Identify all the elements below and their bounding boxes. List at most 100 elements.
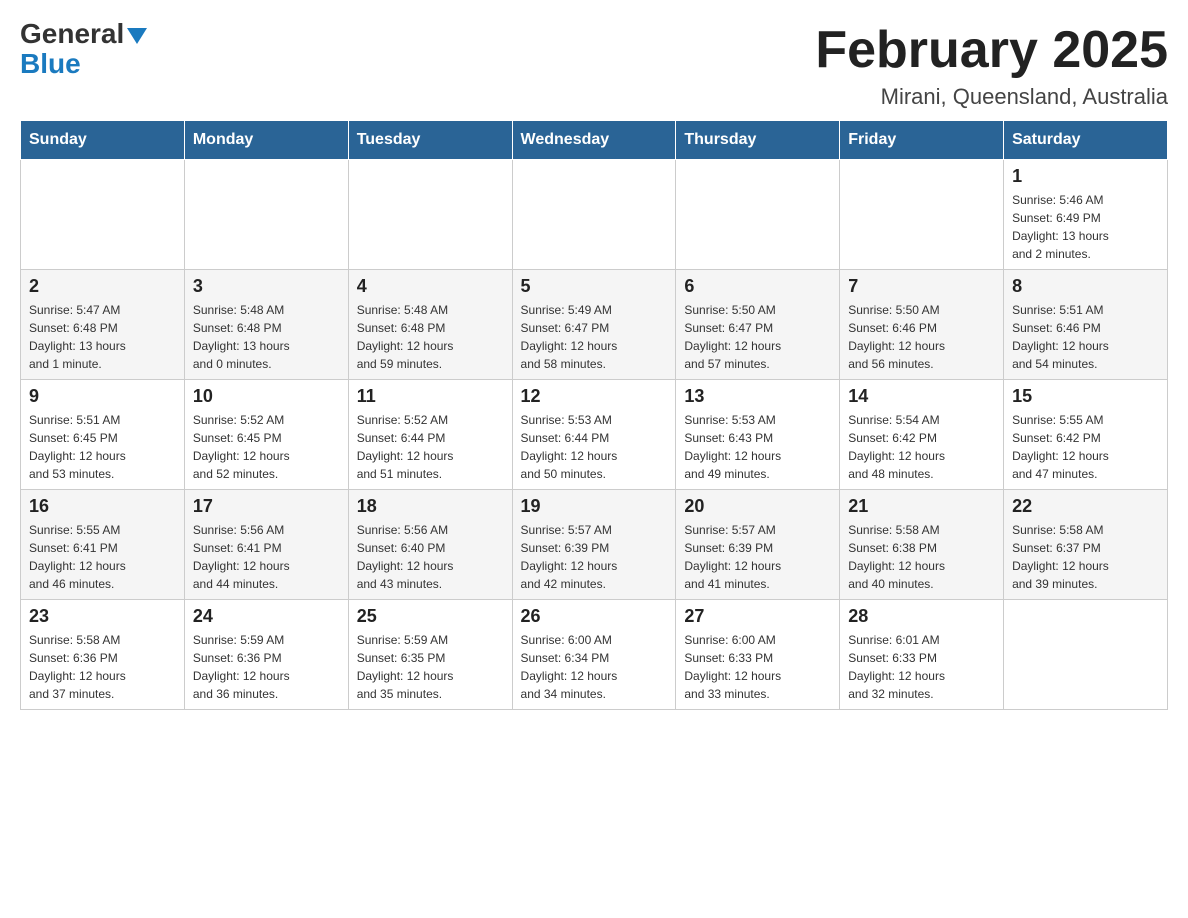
logo-general: General [20,20,124,48]
table-row: 8 Sunrise: 5:51 AM Sunset: 6:46 PM Daylig… [1004,270,1168,380]
day-number: 28 [848,606,995,627]
logo: General Blue [20,20,147,78]
calendar-subtitle: Mirani, Queensland, Australia [815,84,1168,110]
day-number: 4 [357,276,504,297]
day-info: Sunrise: 5:51 AM Sunset: 6:45 PM Dayligh… [29,411,176,483]
table-row: 17Sunrise: 5:56 AM Sunset: 6:41 PM Dayli… [184,490,348,600]
day-number: 13 [684,386,831,407]
calendar-table: Sunday Monday Tuesday Wednesday Thursday… [20,120,1168,710]
table-row: 1 Sunrise: 5:46 AM Sunset: 6:49 PM Daylig… [1004,160,1168,270]
table-row: 6 Sunrise: 5:50 AM Sunset: 6:47 PM Daylig… [676,270,840,380]
col-saturday: Saturday [1004,121,1168,160]
table-row: 27Sunrise: 6:00 AM Sunset: 6:33 PM Dayli… [676,600,840,710]
col-wednesday: Wednesday [512,121,676,160]
table-row: 4Sunrise: 5:48 AM Sunset: 6:48 PM Daylig… [348,270,512,380]
page-header: General Blue February 2025 Mirani, Queen… [20,20,1168,110]
day-info: Sunrise: 5:53 AM Sunset: 6:43 PM Dayligh… [684,411,831,483]
table-row: 10Sunrise: 5:52 AM Sunset: 6:45 PM Dayli… [184,380,348,490]
table-row: 2Sunrise: 5:47 AM Sunset: 6:48 PM Daylig… [21,270,185,380]
table-row: 18Sunrise: 5:56 AM Sunset: 6:40 PM Dayli… [348,490,512,600]
logo-blue: Blue [20,50,81,78]
day-info: Sunrise: 5:47 AM Sunset: 6:48 PM Dayligh… [29,301,176,373]
table-row: 21 Sunrise: 5:58 AM Sunset: 6:38 PM Dayli… [840,490,1004,600]
col-friday: Friday [840,121,1004,160]
table-row: 20 Sunrise: 5:57 AM Sunset: 6:39 PM Dayli… [676,490,840,600]
table-row: 14 Sunrise: 5:54 AM Sunset: 6:42 PM Dayli… [840,380,1004,490]
calendar-week-row: 1 Sunrise: 5:46 AM Sunset: 6:49 PM Daylig… [21,160,1168,270]
day-number: 21 [848,496,995,517]
day-info: Sunrise: 5:53 AM Sunset: 6:44 PM Dayligh… [521,411,668,483]
day-info: Sunrise: 5:52 AM Sunset: 6:44 PM Dayligh… [357,411,504,483]
day-info: Sunrise: 5:55 AM Sunset: 6:41 PM Dayligh… [29,521,176,593]
col-sunday: Sunday [21,121,185,160]
day-info: Sunrise: 5:54 AM Sunset: 6:42 PM Dayligh… [848,411,995,483]
day-number: 9 [29,386,176,407]
col-thursday: Thursday [676,121,840,160]
day-info: Sunrise: 5:58 AM Sunset: 6:36 PM Dayligh… [29,631,176,703]
table-row: 24 Sunrise: 5:59 AM Sunset: 6:36 PM Dayli… [184,600,348,710]
day-info: Sunrise: 5:51 AM Sunset: 6:46 PM Dayligh… [1012,301,1159,373]
day-number: 6 [684,276,831,297]
day-number: 3 [193,276,340,297]
day-number: 5 [521,276,668,297]
day-number: 14 [848,386,995,407]
table-row [21,160,185,270]
calendar-title: February 2025 [815,20,1168,80]
calendar-week-row: 2Sunrise: 5:47 AM Sunset: 6:48 PM Daylig… [21,270,1168,380]
table-row: 16 Sunrise: 5:55 AM Sunset: 6:41 PM Dayli… [21,490,185,600]
day-info: Sunrise: 5:46 AM Sunset: 6:49 PM Dayligh… [1012,191,1159,263]
day-info: Sunrise: 6:00 AM Sunset: 6:33 PM Dayligh… [684,631,831,703]
table-row: 9 Sunrise: 5:51 AM Sunset: 6:45 PM Daylig… [21,380,185,490]
day-number: 7 [848,276,995,297]
day-number: 23 [29,606,176,627]
table-row: 5Sunrise: 5:49 AM Sunset: 6:47 PM Daylig… [512,270,676,380]
day-number: 1 [1012,166,1159,187]
day-info: Sunrise: 5:50 AM Sunset: 6:46 PM Dayligh… [848,301,995,373]
day-number: 25 [357,606,504,627]
table-row: 15 Sunrise: 5:55 AM Sunset: 6:42 PM Dayli… [1004,380,1168,490]
day-number: 22 [1012,496,1159,517]
col-monday: Monday [184,121,348,160]
day-number: 12 [521,386,668,407]
day-number: 8 [1012,276,1159,297]
day-info: Sunrise: 5:58 AM Sunset: 6:37 PM Dayligh… [1012,521,1159,593]
day-number: 26 [521,606,668,627]
day-info: Sunrise: 5:56 AM Sunset: 6:40 PM Dayligh… [357,521,504,593]
title-block: February 2025 Mirani, Queensland, Austra… [815,20,1168,110]
day-number: 17 [193,496,340,517]
table-row: 3 Sunrise: 5:48 AM Sunset: 6:48 PM Daylig… [184,270,348,380]
day-info: Sunrise: 5:58 AM Sunset: 6:38 PM Dayligh… [848,521,995,593]
day-info: Sunrise: 5:59 AM Sunset: 6:35 PM Dayligh… [357,631,504,703]
day-number: 24 [193,606,340,627]
table-row [348,160,512,270]
day-number: 15 [1012,386,1159,407]
day-number: 20 [684,496,831,517]
calendar-week-row: 16 Sunrise: 5:55 AM Sunset: 6:41 PM Dayli… [21,490,1168,600]
col-tuesday: Tuesday [348,121,512,160]
day-number: 11 [357,386,504,407]
calendar-header-row: Sunday Monday Tuesday Wednesday Thursday… [21,121,1168,160]
table-row: 26Sunrise: 6:00 AM Sunset: 6:34 PM Dayli… [512,600,676,710]
table-row: 12 Sunrise: 5:53 AM Sunset: 6:44 PM Dayli… [512,380,676,490]
table-row: 22 Sunrise: 5:58 AM Sunset: 6:37 PM Dayli… [1004,490,1168,600]
day-info: Sunrise: 5:57 AM Sunset: 6:39 PM Dayligh… [521,521,668,593]
table-row: 11 Sunrise: 5:52 AM Sunset: 6:44 PM Dayli… [348,380,512,490]
calendar-week-row: 9 Sunrise: 5:51 AM Sunset: 6:45 PM Daylig… [21,380,1168,490]
table-row [184,160,348,270]
table-row [840,160,1004,270]
day-number: 16 [29,496,176,517]
table-row: 25 Sunrise: 5:59 AM Sunset: 6:35 PM Dayli… [348,600,512,710]
day-info: Sunrise: 5:52 AM Sunset: 6:45 PM Dayligh… [193,411,340,483]
table-row [1004,600,1168,710]
table-row: 28 Sunrise: 6:01 AM Sunset: 6:33 PM Dayli… [840,600,1004,710]
day-info: Sunrise: 6:01 AM Sunset: 6:33 PM Dayligh… [848,631,995,703]
table-row [512,160,676,270]
day-info: Sunrise: 5:57 AM Sunset: 6:39 PM Dayligh… [684,521,831,593]
day-info: Sunrise: 5:59 AM Sunset: 6:36 PM Dayligh… [193,631,340,703]
day-info: Sunrise: 5:48 AM Sunset: 6:48 PM Dayligh… [193,301,340,373]
day-info: Sunrise: 5:55 AM Sunset: 6:42 PM Dayligh… [1012,411,1159,483]
table-row: 13 Sunrise: 5:53 AM Sunset: 6:43 PM Dayli… [676,380,840,490]
calendar-week-row: 23 Sunrise: 5:58 AM Sunset: 6:36 PM Dayli… [21,600,1168,710]
day-info: Sunrise: 5:50 AM Sunset: 6:47 PM Dayligh… [684,301,831,373]
day-number: 19 [521,496,668,517]
